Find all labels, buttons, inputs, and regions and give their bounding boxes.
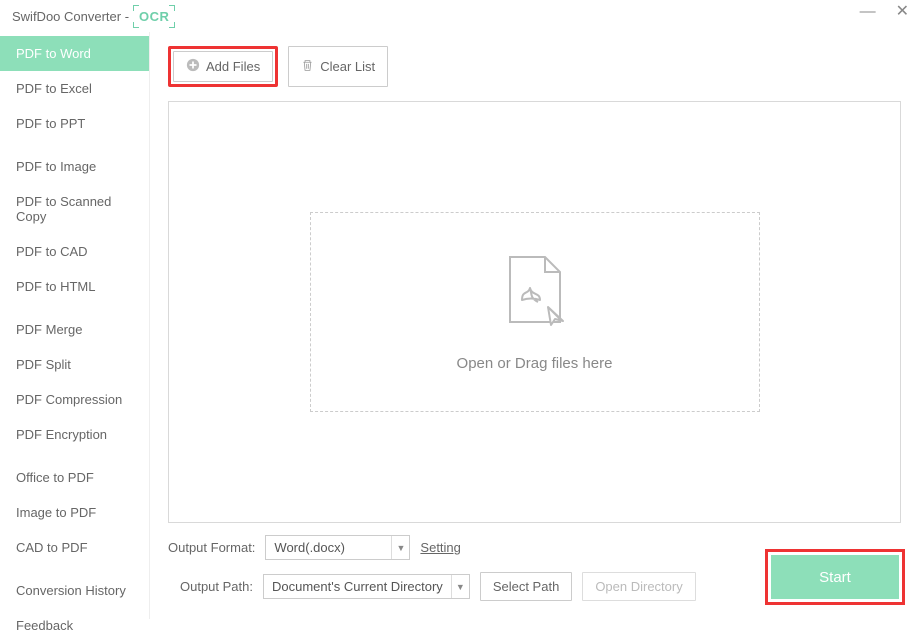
output-format-label: Output Format:: [168, 540, 255, 555]
setting-link[interactable]: Setting: [420, 540, 460, 555]
output-path-select[interactable]: Document's Current Directory ▼: [263, 574, 470, 599]
pdf-cursor-icon: [500, 252, 570, 335]
sidebar-item-pdf-to-image[interactable]: PDF to Image: [0, 149, 149, 184]
sidebar-item-office-to-pdf[interactable]: Office to PDF: [0, 460, 149, 495]
clear-list-button[interactable]: Clear List: [288, 46, 388, 87]
sidebar-item-pdf-merge[interactable]: PDF Merge: [0, 312, 149, 347]
file-drop-area[interactable]: Open or Drag files here: [168, 101, 901, 523]
sidebar-item-pdf-to-cad[interactable]: PDF to CAD: [0, 234, 149, 269]
sidebar-item-feedback[interactable]: Feedback: [0, 608, 149, 643]
drop-text: Open or Drag files here: [457, 355, 613, 372]
sidebar-item-pdf-to-excel[interactable]: PDF to Excel: [0, 71, 149, 106]
output-format-value[interactable]: Word(.docx): [265, 535, 410, 560]
clear-list-label: Clear List: [320, 59, 375, 74]
highlight-add-files: Add Files: [168, 46, 278, 87]
select-path-button[interactable]: Select Path: [480, 572, 573, 601]
sidebar-item-image-to-pdf[interactable]: Image to PDF: [0, 495, 149, 530]
sidebar-item-pdf-encryption[interactable]: PDF Encryption: [0, 417, 149, 452]
ocr-badge: OCR: [135, 7, 173, 26]
app-title: SwifDoo Converter -: [12, 9, 129, 24]
output-path-value[interactable]: Document's Current Directory: [263, 574, 470, 599]
drop-target[interactable]: Open or Drag files here: [310, 212, 760, 412]
add-files-button[interactable]: Add Files: [173, 51, 273, 82]
titlebar: SwifDoo Converter - OCR — ✕: [0, 0, 919, 32]
output-format-select[interactable]: Word(.docx) ▼: [265, 535, 410, 560]
sidebar-item-pdf-to-ppt[interactable]: PDF to PPT: [0, 106, 149, 141]
main-panel: Add Files Clear List: [150, 32, 919, 619]
plus-circle-icon: [186, 58, 200, 75]
toolbar: Add Files Clear List: [168, 46, 901, 87]
sidebar-item-cad-to-pdf[interactable]: CAD to PDF: [0, 530, 149, 565]
minimize-button[interactable]: —: [860, 4, 876, 20]
sidebar: PDF to Word PDF to Excel PDF to PPT PDF …: [0, 32, 150, 619]
highlight-start: Start: [765, 549, 905, 605]
start-button[interactable]: Start: [771, 555, 899, 599]
sidebar-item-pdf-to-word[interactable]: PDF to Word: [0, 36, 149, 71]
trash-icon: [301, 59, 314, 75]
sidebar-item-pdf-to-html[interactable]: PDF to HTML: [0, 269, 149, 304]
open-directory-button[interactable]: Open Directory: [582, 572, 695, 601]
sidebar-item-pdf-compression[interactable]: PDF Compression: [0, 382, 149, 417]
output-path-label: Output Path:: [180, 579, 253, 594]
add-files-label: Add Files: [206, 59, 260, 74]
sidebar-item-pdf-split[interactable]: PDF Split: [0, 347, 149, 382]
sidebar-item-history[interactable]: Conversion History: [0, 573, 149, 608]
close-button[interactable]: ✕: [896, 4, 909, 20]
sidebar-item-pdf-to-scanned[interactable]: PDF to Scanned Copy: [0, 184, 149, 234]
